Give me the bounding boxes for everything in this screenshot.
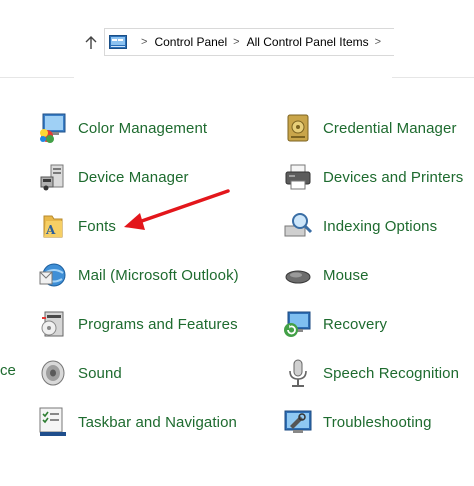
item-label: Speech Recognition xyxy=(323,364,460,382)
item-label: Devices and Printers xyxy=(323,168,464,186)
item-label: Device Manager xyxy=(78,168,189,186)
item-label: Mail (Microsoft Outlook) xyxy=(78,266,239,284)
indexing-icon xyxy=(281,209,315,243)
item-speech-recognition[interactable]: Speech Recognition xyxy=(281,353,459,393)
item-mail[interactable]: Mail (Microsoft Outlook) xyxy=(36,255,239,295)
item-label: Troubleshooting xyxy=(323,413,432,431)
printer-icon xyxy=(281,160,315,194)
programs-features-icon xyxy=(36,307,70,341)
band-divider-right xyxy=(392,77,474,78)
recovery-icon xyxy=(281,307,315,341)
item-label: Programs and Features xyxy=(78,315,238,333)
breadcrumb-separator: > xyxy=(141,35,148,48)
item-label: Fonts xyxy=(78,217,117,235)
partial-item-label[interactable]: ce xyxy=(0,362,16,379)
item-label: Recovery xyxy=(323,315,388,333)
item-recovery[interactable]: Recovery xyxy=(281,304,387,344)
item-indexing-options[interactable]: Indexing Options xyxy=(281,206,437,246)
item-sound[interactable]: Sound xyxy=(36,353,122,393)
mail-icon xyxy=(36,258,70,292)
item-label: Credential Manager xyxy=(323,119,457,137)
item-devices-printers[interactable]: Devices and Printers xyxy=(281,157,463,197)
item-label: Sound xyxy=(78,364,122,382)
item-label: Color Management xyxy=(78,119,208,137)
item-label: Indexing Options xyxy=(323,217,438,235)
item-taskbar-navigation[interactable]: Taskbar and Navigation xyxy=(36,402,237,442)
breadcrumb-separator[interactable]: > xyxy=(375,36,381,48)
item-device-manager[interactable]: Device Manager xyxy=(36,157,189,197)
microphone-icon xyxy=(281,356,315,390)
breadcrumb-separator[interactable]: > xyxy=(233,36,239,48)
item-mouse[interactable]: Mouse xyxy=(281,255,369,295)
breadcrumb-all-items[interactable]: All Control Panel Items xyxy=(247,35,369,49)
color-management-icon xyxy=(36,111,70,145)
band-divider-left xyxy=(0,77,74,78)
item-fonts[interactable]: A Fonts xyxy=(36,206,116,246)
item-label: Taskbar and Navigation xyxy=(78,413,237,431)
troubleshooting-icon xyxy=(281,405,315,439)
item-programs-features[interactable]: Programs and Features xyxy=(36,304,238,344)
up-arrow-icon[interactable] xyxy=(80,32,102,54)
mouse-icon xyxy=(281,258,315,292)
item-label: Mouse xyxy=(323,266,369,284)
item-credential-manager[interactable]: Credential Manager xyxy=(281,108,457,148)
svg-text:A: A xyxy=(45,223,56,237)
item-color-management[interactable]: Color Management xyxy=(36,108,207,148)
fonts-folder-icon: A xyxy=(36,209,70,243)
credential-manager-icon xyxy=(281,111,315,145)
taskbar-icon xyxy=(36,405,70,439)
device-manager-icon xyxy=(36,160,70,194)
address-bar[interactable]: > Control Panel > All Control Panel Item… xyxy=(104,28,394,56)
breadcrumb-control-panel[interactable]: Control Panel xyxy=(154,35,227,49)
speaker-icon xyxy=(36,356,70,390)
control-panel-icon xyxy=(109,34,129,50)
item-troubleshooting[interactable]: Troubleshooting xyxy=(281,402,432,442)
